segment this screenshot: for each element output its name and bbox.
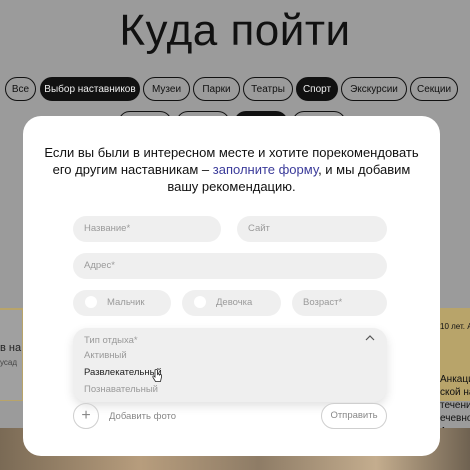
- chevron-up-icon[interactable]: [365, 333, 375, 343]
- side-card-left[interactable]: в на усад: [0, 310, 22, 400]
- recommendation-modal: Если вы были в интересном месте и хотите…: [23, 116, 440, 456]
- rest-type-option-active[interactable]: Активный: [84, 350, 127, 361]
- girl-label: Девочка: [216, 297, 253, 308]
- modal-intro: Если вы были в интересном месте и хотите…: [44, 145, 419, 194]
- page-title: Куда пойти: [119, 6, 351, 55]
- add-photo-button[interactable]: +: [73, 403, 99, 429]
- filter-mentors-choice[interactable]: Выбор наставников: [40, 77, 140, 101]
- name-input[interactable]: Название*: [73, 216, 221, 242]
- filter-excursions[interactable]: Экскурсии: [341, 77, 407, 101]
- site-input[interactable]: Сайт: [237, 216, 387, 242]
- radio-dot: [194, 296, 206, 309]
- address-input[interactable]: Адрес*: [73, 253, 387, 279]
- plus-icon: +: [81, 407, 91, 424]
- boy-label: Мальчик: [107, 297, 145, 308]
- rest-type-dropdown[interactable]: Тип отдыха* Активный Развлекательный Поз…: [73, 328, 387, 402]
- filter-parks[interactable]: Парки: [193, 77, 240, 101]
- rest-type-placeholder: Тип отдыха*: [84, 335, 138, 346]
- radio-dot: [85, 296, 97, 309]
- gender-girl-radio[interactable]: Девочка: [182, 290, 281, 316]
- filter-museums[interactable]: Музеи: [143, 77, 190, 101]
- filter-theatres[interactable]: Театры: [243, 77, 293, 101]
- submit-button[interactable]: Отправить: [321, 403, 387, 429]
- rest-type-option-educational[interactable]: Познавательный: [84, 384, 158, 395]
- fill-form-link[interactable]: заполните форму: [213, 162, 318, 177]
- filter-sport[interactable]: Спорт: [296, 77, 338, 101]
- add-photo-label: Добавить фото: [109, 411, 177, 422]
- hand-cursor-icon: [152, 369, 162, 382]
- filter-all[interactable]: Все: [5, 77, 36, 101]
- filter-sections[interactable]: Секции: [410, 77, 458, 101]
- age-input[interactable]: Возраст*: [292, 290, 387, 316]
- filter-chips: Все Выбор наставников Музеи Парки Театры…: [5, 77, 470, 107]
- gender-boy-radio[interactable]: Мальчик: [73, 290, 171, 316]
